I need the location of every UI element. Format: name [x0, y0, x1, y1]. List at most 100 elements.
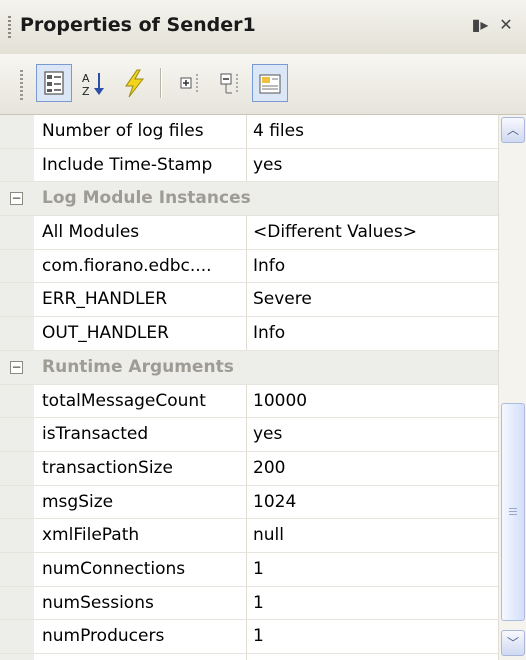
row-gutter [0, 249, 34, 283]
property-name[interactable]: com.fiorano.edbc.... [42, 250, 212, 283]
svg-text:A: A [82, 72, 90, 85]
property-row[interactable]: isTransacted yes [0, 418, 498, 452]
category-label: Log Module Instances [42, 188, 251, 209]
alphabetical-sort-icon: A Z [82, 72, 104, 98]
property-row[interactable]: All Modules <Different Values> [0, 216, 498, 250]
property-row[interactable]: numConnections 1 [0, 552, 498, 587]
property-row[interactable]: numProducers 1 [0, 620, 498, 654]
collapse-all-button[interactable] [212, 64, 248, 102]
property-value[interactable]: 1 [253, 587, 264, 620]
column-divider[interactable] [246, 586, 247, 620]
property-name[interactable]: numSessions [42, 587, 154, 620]
property-row[interactable]: Include Time-Stamp yes [0, 148, 498, 183]
column-divider[interactable] [246, 552, 247, 586]
scroll-thumb-grip [509, 508, 517, 516]
expand-all-icon [180, 74, 198, 92]
property-name[interactable]: msgSize [42, 486, 113, 519]
scroll-up-button[interactable]: ︿ [501, 117, 525, 143]
property-row[interactable]: com.fiorano.edbc.... Info [0, 249, 498, 284]
column-divider[interactable] [246, 216, 247, 249]
property-name[interactable]: numConnections [42, 553, 185, 586]
row-gutter [0, 519, 34, 552]
categorized-button[interactable] [36, 64, 72, 102]
property-name[interactable]: JVM_PARAMS [42, 654, 151, 660]
property-row[interactable]: ERR_HANDLER Severe [0, 283, 498, 318]
property-value[interactable]: null [253, 519, 284, 552]
property-name[interactable]: OUT_HANDLER [42, 317, 169, 350]
column-divider[interactable] [246, 115, 247, 148]
panel-title: Properties of Sender1 [20, 14, 256, 36]
property-name[interactable]: Number of log files [42, 115, 204, 148]
column-divider[interactable] [246, 249, 247, 283]
categorized-icon [44, 71, 64, 95]
scroll-down-button[interactable]: ﹀ [501, 630, 525, 656]
property-value[interactable]: Severe [253, 283, 312, 316]
property-value[interactable]: 1 [253, 620, 264, 653]
row-gutter [0, 654, 34, 660]
column-divider[interactable] [246, 148, 247, 182]
property-row[interactable]: transactionSize 200 [0, 451, 498, 486]
column-divider[interactable] [246, 620, 247, 653]
collapse-toggle-icon[interactable]: − [10, 360, 23, 374]
property-row[interactable]: JVM_PARAMS -DLOG_TO_STREAM=... [0, 654, 498, 660]
property-value[interactable]: yes [253, 418, 282, 451]
collapse-toggle-icon[interactable]: − [10, 192, 23, 206]
panel-title-bar: Properties of Sender1 ▮▸ ✕ [0, 0, 526, 55]
title-grip[interactable] [8, 16, 11, 38]
property-value[interactable]: 200 [253, 452, 285, 485]
property-value[interactable]: Info [253, 250, 285, 283]
property-name[interactable]: xmlFilePath [42, 519, 139, 552]
column-divider[interactable] [246, 317, 247, 350]
row-gutter [0, 115, 34, 148]
toolbar-grip[interactable] [20, 70, 23, 100]
property-value[interactable]: <Different Values> [253, 216, 417, 249]
property-row[interactable]: xmlFilePath null [0, 519, 498, 553]
property-name[interactable]: All Modules [42, 216, 139, 249]
property-pages-button[interactable] [252, 64, 288, 102]
property-row[interactable]: msgSize 1024 [0, 485, 498, 520]
auto-hide-pin-button[interactable]: ▮▸ [468, 12, 492, 38]
property-row[interactable]: totalMessageCount 10000 [0, 384, 498, 419]
property-grid: Number of log files 4 files Include Time-S… [0, 115, 498, 660]
column-divider[interactable] [246, 654, 247, 660]
property-value[interactable]: yes [253, 149, 282, 182]
property-name[interactable]: ERR_HANDLER [42, 283, 167, 316]
scroll-thumb[interactable] [501, 403, 525, 621]
property-value[interactable]: Info [253, 317, 285, 350]
row-gutter [0, 317, 34, 350]
property-value[interactable]: 1024 [253, 486, 296, 519]
property-row[interactable]: numSessions 1 [0, 586, 498, 621]
property-name[interactable]: totalMessageCount [42, 385, 206, 418]
column-divider[interactable] [246, 519, 247, 552]
property-name[interactable]: transactionSize [42, 452, 173, 485]
column-divider[interactable] [246, 418, 247, 451]
close-button[interactable]: ✕ [494, 12, 518, 38]
column-divider[interactable] [246, 384, 247, 418]
property-row[interactable]: Number of log files 4 files [0, 115, 498, 149]
property-row[interactable]: OUT_HANDLER Info [0, 317, 498, 351]
properties-toolbar: A Z [0, 54, 526, 115]
alphabetical-button[interactable]: A Z [76, 64, 112, 102]
events-lightning-icon [125, 69, 145, 98]
expand-all-button[interactable] [172, 64, 208, 102]
category-row[interactable]: − Log Module Instances [0, 182, 498, 217]
events-button[interactable] [116, 64, 152, 102]
property-name[interactable]: isTransacted [42, 418, 148, 451]
property-name[interactable]: numProducers [42, 620, 164, 653]
svg-text:Z: Z [82, 85, 90, 98]
column-divider[interactable] [246, 485, 247, 519]
column-divider[interactable] [246, 283, 247, 317]
property-name[interactable]: Include Time-Stamp [42, 149, 212, 182]
row-gutter [0, 216, 34, 249]
row-gutter [0, 620, 34, 653]
row-gutter [0, 451, 34, 485]
property-value[interactable]: 1 [253, 553, 264, 586]
property-pages-icon [259, 74, 281, 94]
property-value[interactable]: 4 files [253, 115, 304, 148]
property-value[interactable]: 10000 [253, 385, 307, 418]
column-divider[interactable] [246, 451, 247, 485]
category-row[interactable]: − Runtime Arguments [0, 350, 498, 385]
vertical-scrollbar[interactable]: ︿ ﹀ [498, 115, 526, 660]
property-value[interactable]: -DLOG_TO_STREAM=... [253, 654, 449, 660]
row-gutter [0, 283, 34, 317]
